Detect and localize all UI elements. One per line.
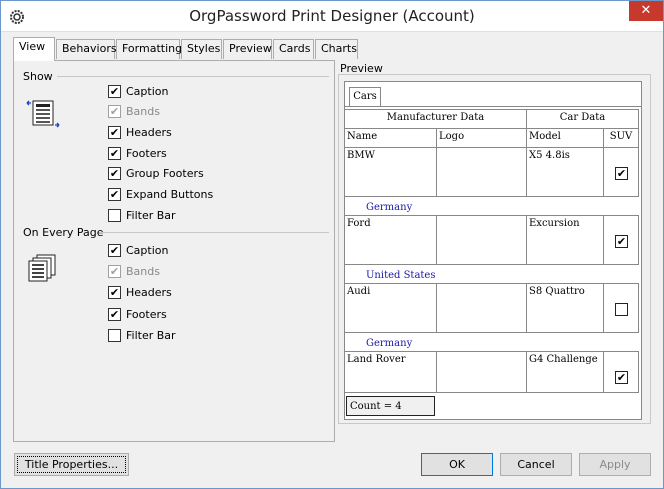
show-group-footers-checkbox[interactable]: ✔ Group Footers [108,165,204,181]
show-headers-checkbox[interactable]: ✔ Headers [108,124,172,140]
table-row-name: Audi [344,283,437,333]
checkbox-label: Group Footers [126,166,204,180]
checkbox-label: Bands [126,264,160,278]
checkbox-label: Footers [126,146,167,160]
table-row-model: X5 4.8is [526,147,604,197]
table-row-logo [436,215,527,265]
suv-checkbox [615,303,628,316]
focus-outline [17,456,126,473]
column-header-suv: SUV [603,128,639,148]
page-caption-checkbox[interactable]: ✔ Caption [108,242,168,258]
table-row-name: Ford [344,215,437,265]
checkbox-label: Caption [126,243,169,257]
checkbox-box: ✔ [108,104,121,118]
preview-cars-tab: Cars [349,87,381,107]
checkbox-box: ✔ [108,243,121,257]
pages-stack-icon [28,254,56,282]
show-group-label: Show [23,70,53,83]
checkbox-label: Headers [126,285,172,299]
group-footer-label: Germany [366,338,413,349]
page-headers-checkbox[interactable]: ✔ Headers [108,284,172,300]
show-expand-buttons-checkbox[interactable]: ✔ Expand Buttons [108,186,213,202]
print-designer-window: OrgPassword Print Designer (Account) ✕ V… [0,0,664,489]
title-bar: OrgPassword Print Designer (Account) ✕ [1,1,663,32]
tab-formatting[interactable]: Formatting [116,39,182,59]
tab-charts[interactable]: Charts [315,39,358,59]
checkbox-box: ✔ [108,125,121,139]
checkbox-box: ✔ [108,146,121,160]
count-footer: Count = 4 [346,396,435,416]
checkbox-label: Expand Buttons [126,187,214,201]
page-footers-checkbox[interactable]: ✔ Footers [108,306,167,322]
show-footers-checkbox[interactable]: ✔ Footers [108,145,167,161]
tab-view[interactable]: View [13,37,55,61]
table-row-logo [436,283,527,333]
table-row-model: S8 Quattro [526,283,604,333]
checkbox-box: ✔ [108,84,121,98]
checkbox-label: Footers [126,307,167,321]
suv-checkbox: ✔ [615,371,628,384]
preview-tab-underline [344,106,642,107]
group-footer-label: United States [366,270,436,281]
table-row-model: Excursion [526,215,604,265]
show-filter-bar-checkbox[interactable]: Filter Bar [108,207,176,223]
checkbox-label: Headers [126,125,172,139]
close-icon: ✕ [640,3,652,18]
table-row-name: Land Rover [344,351,437,393]
checkbox-box [108,208,121,222]
checkbox-box: ✔ [108,166,121,180]
table-row-model: G4 Challenge [526,351,604,393]
every-page-group-divider [99,232,329,233]
checkbox-box: ✔ [108,187,121,201]
group-footer-label: Germany [366,202,413,213]
every-page-group-label: On Every Page [23,226,104,239]
show-bands-checkbox: ✔ Bands [108,103,160,119]
checkbox-label: Filter Bar [126,328,176,342]
checkbox-box: ✔ [108,285,121,299]
tab-styles[interactable]: Styles [181,39,222,59]
table-row-logo [436,147,527,197]
cancel-button[interactable]: Cancel [500,453,572,476]
checkbox-label: Caption [126,84,169,98]
table-row-name: BMW [344,147,437,197]
checkbox-label: Bands [126,104,160,118]
tab-cards[interactable]: Cards [273,39,314,59]
band-header-car-data: Car Data [526,109,639,129]
checkbox-box: ✔ [108,264,121,278]
close-button[interactable]: ✕ [629,1,663,21]
tab-preview[interactable]: Preview [223,39,272,59]
column-header-logo: Logo [436,128,527,148]
window-title: OrgPassword Print Designer (Account) [189,7,475,25]
suv-checkbox: ✔ [615,235,628,248]
suv-checkbox: ✔ [615,167,628,180]
show-group-divider [57,76,329,77]
column-header-model: Model [526,128,604,148]
column-header-name: Name [344,128,437,148]
apply-button: Apply [579,453,651,476]
tab-behaviors[interactable]: Behaviors [56,39,117,59]
checkbox-box: ✔ [108,307,121,321]
show-caption-checkbox[interactable]: ✔ Caption [108,83,168,99]
table-row-logo [436,351,527,393]
checkbox-box [108,328,121,342]
page-filter-bar-checkbox[interactable]: Filter Bar [108,327,176,343]
band-header-manufacturer: Manufacturer Data [344,109,527,129]
ok-button[interactable]: OK [421,453,493,476]
page-bands-checkbox: ✔ Bands [108,263,160,279]
band-layout-icon [26,100,60,128]
view-tab-panel [13,60,335,442]
checkbox-label: Filter Bar [126,208,176,222]
